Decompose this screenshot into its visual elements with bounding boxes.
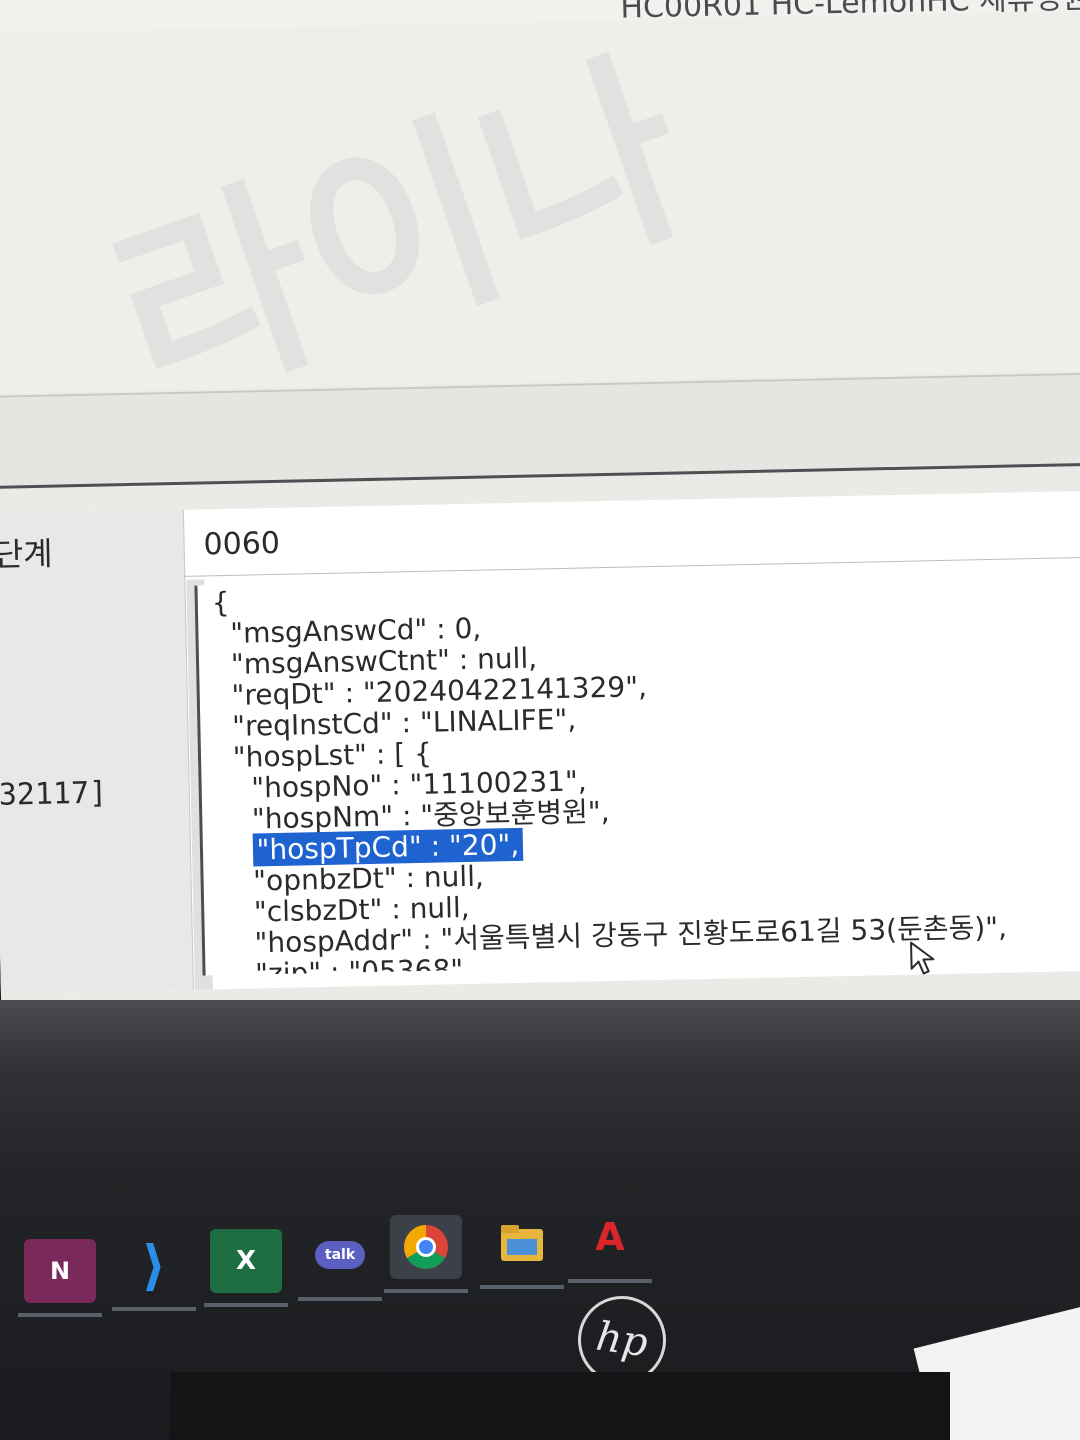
- vscode-label: ⟩: [141, 1233, 167, 1297]
- taskbar-indicator: [568, 1279, 652, 1283]
- vscode-icon[interactable]: ⟩: [112, 1233, 196, 1311]
- json-code-block[interactable]: { "msgAnswCd" : 0, "msgAnswCtnt" : null,…: [211, 571, 1007, 976]
- json-response-textarea[interactable]: { "msgAnswCd" : 0, "msgAnswCtnt" : null,…: [194, 566, 1080, 976]
- label-column: 단계 32117]: [0, 509, 194, 994]
- taskbar-indicator: [112, 1307, 196, 1311]
- bezel-edge: [0, 1000, 1080, 1070]
- onenote-label: N: [49, 1257, 71, 1285]
- taskbar-indicator: [384, 1289, 468, 1293]
- excel-icon[interactable]: X: [204, 1229, 288, 1307]
- file-explorer-icon[interactable]: [480, 1211, 564, 1289]
- chrome-icon[interactable]: [384, 1215, 468, 1293]
- detail-grid: 단계 32117] 0060 { "msgAnswCd" : 0, "msgAn…: [0, 490, 1080, 994]
- folder-icon: [501, 1225, 543, 1261]
- taskbar-indicator: [298, 1297, 382, 1301]
- excel-label: X: [235, 1246, 257, 1276]
- photo-frame: HC00R01 HC-LemonHC 제휴병원 전 라이나 kimsw00 단계…: [0, 0, 1080, 1440]
- hp-logo-text: hp: [593, 1313, 651, 1367]
- taskbar: N ⟩ X talk A: [0, 1205, 1080, 1317]
- stage-label: 단계: [0, 534, 54, 574]
- taskbar-indicator: [204, 1303, 288, 1307]
- acrobat-icon[interactable]: A: [568, 1205, 652, 1283]
- monitor-stand: [170, 1372, 950, 1440]
- chrome-logo-icon: [404, 1225, 448, 1269]
- mouse-pointer-icon: [910, 941, 935, 975]
- monitor-screen: HC00R01 HC-LemonHC 제휴병원 전 라이나 kimsw00 단계…: [0, 0, 1080, 1084]
- upper-panel: 라이나: [0, 10, 1080, 446]
- taskbar-indicator: [480, 1285, 564, 1289]
- onenote-icon[interactable]: N: [18, 1239, 102, 1317]
- stage-value: 0060: [203, 525, 281, 563]
- talk-icon[interactable]: talk: [298, 1223, 382, 1301]
- taskbar-indicator: [18, 1313, 102, 1317]
- id-label: 32117]: [0, 775, 108, 813]
- acrobat-label: A: [595, 1215, 625, 1259]
- talk-label: talk: [314, 1241, 366, 1269]
